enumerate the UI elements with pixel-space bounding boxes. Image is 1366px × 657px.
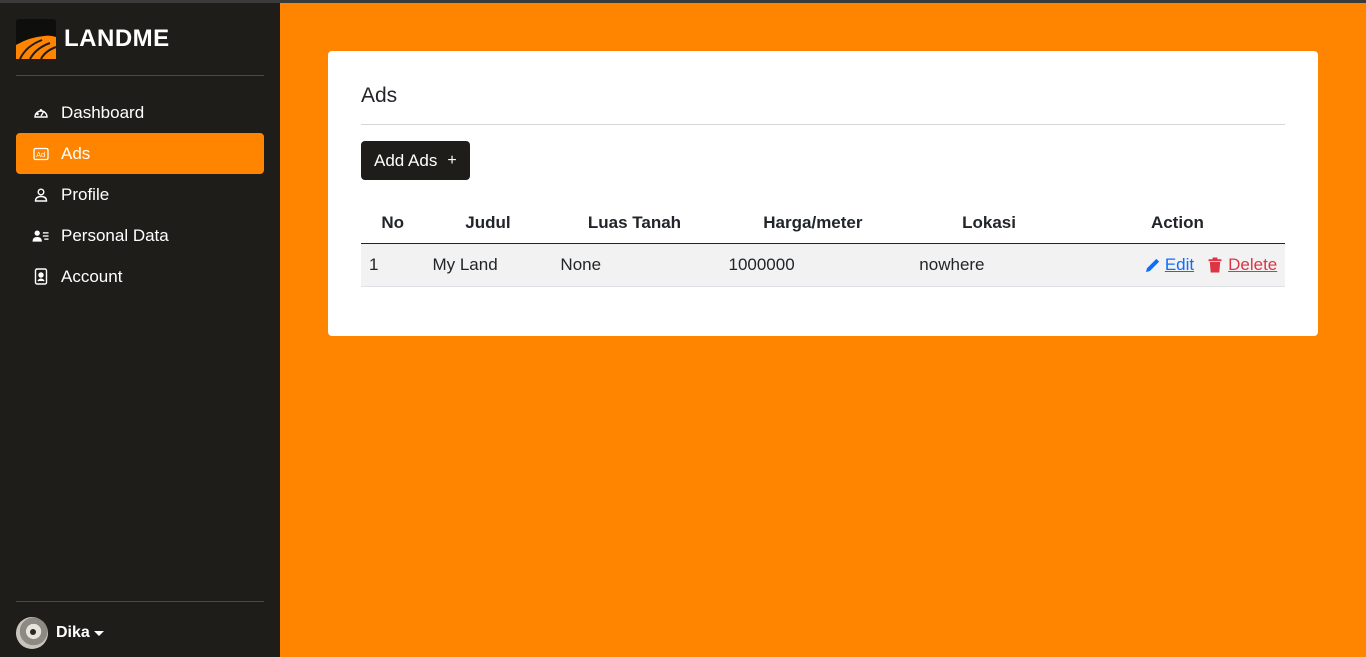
plus-icon: + (447, 151, 457, 169)
person-badge-icon (32, 268, 49, 285)
table-row: 1 My Land None 1000000 nowhere Edit Dele… (361, 243, 1285, 287)
cell-harga-meter: 1000000 (717, 243, 909, 287)
column-header-judul: Judul (424, 202, 552, 244)
column-header-lokasi: Lokasi (908, 202, 1070, 244)
sidebar-item-label: Personal Data (61, 225, 169, 245)
pencil-icon (1145, 257, 1161, 273)
add-ads-button[interactable]: Add Ads + (361, 141, 470, 180)
column-header-harga-meter: Harga/meter (717, 202, 909, 244)
landme-logo-icon (16, 19, 56, 59)
sidebar-item-personal-data[interactable]: Personal Data (16, 215, 264, 256)
avatar (16, 617, 48, 649)
sidebar-item-label: Profile (61, 184, 110, 204)
caret-down-icon (93, 630, 104, 636)
ad-icon: Ad (32, 145, 49, 162)
delete-label: Delete (1228, 255, 1278, 274)
speedometer-icon (32, 104, 49, 121)
cell-action: Edit Delete (1069, 243, 1285, 287)
svg-text:Ad: Ad (36, 151, 45, 159)
sidebar-item-dashboard[interactable]: Dashboard (16, 92, 264, 133)
column-header-no: No (361, 202, 425, 244)
trash-icon (1208, 257, 1224, 273)
title-divider (361, 124, 1285, 125)
sidebar-nav: Dashboard Ad Ads Profile Personal Data A… (16, 92, 264, 297)
brand[interactable]: LANDME (16, 19, 170, 59)
page-title: Ads (361, 84, 398, 107)
cell-luas-tanah: None (551, 243, 718, 287)
sidebar-divider-top (16, 75, 264, 76)
add-ads-label: Add Ads (374, 150, 438, 170)
table-header-row: No Judul Luas Tanah Harga/meter Lokasi A… (361, 202, 1285, 244)
user-menu[interactable]: Dika (16, 617, 104, 649)
cell-lokasi: nowhere (908, 243, 1070, 287)
ads-table: No Judul Luas Tanah Harga/meter Lokasi A… (361, 202, 1285, 287)
sidebar-divider-bottom (16, 601, 264, 602)
person-lines-icon (32, 227, 49, 244)
sidebar-item-label: Ads (61, 143, 91, 163)
sidebar-item-profile[interactable]: Profile (16, 174, 264, 215)
brand-name: LANDME (64, 25, 170, 52)
cell-judul: My Land (424, 243, 552, 287)
sidebar: LANDME Dashboard Ad Ads Profile Personal… (0, 3, 280, 657)
edit-label: Edit (1164, 255, 1195, 274)
edit-link[interactable]: Edit (1145, 255, 1194, 275)
column-header-luas-tanah: Luas Tanah (551, 202, 718, 244)
ads-card: Ads Add Ads + No Judul Luas Tanah Harga/… (328, 51, 1318, 336)
user-name: Dika (56, 624, 90, 641)
column-header-action: Action (1069, 202, 1285, 244)
sidebar-item-account[interactable]: Account (16, 256, 264, 297)
sidebar-item-label: Account (61, 266, 123, 286)
sidebar-item-label: Dashboard (61, 102, 145, 122)
person-icon (32, 186, 49, 203)
sidebar-item-ads[interactable]: Ad Ads (16, 133, 264, 174)
cell-no: 1 (361, 243, 425, 287)
delete-link[interactable]: Delete (1208, 255, 1277, 275)
